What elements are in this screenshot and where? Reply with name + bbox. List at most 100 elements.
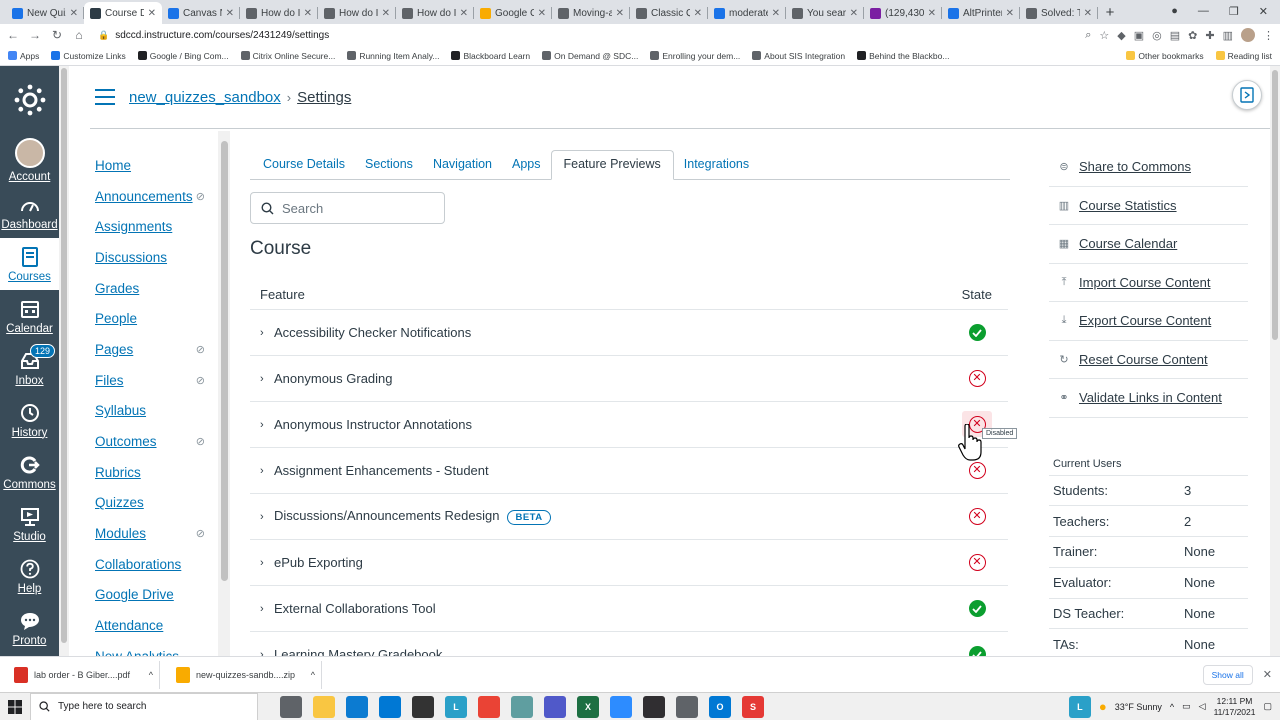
tray-chevron-icon[interactable]: ^ [1170,702,1174,712]
show-all-downloads-button[interactable]: Show all [1202,664,1253,685]
global-nav-history[interactable]: History [0,394,59,446]
browser-tab[interactable]: Google Cl ✕ [474,2,552,24]
new-tab-button[interactable]: + [1098,2,1122,24]
course-nav-link[interactable]: Announcements [95,189,193,204]
store-app-icon[interactable] [412,695,434,718]
obs-app-icon[interactable] [643,695,665,718]
course-nav-link[interactable]: Outcomes [95,434,157,449]
bookmark-item[interactable]: On Demand @ SDC... [542,51,638,61]
extension-icon[interactable]: ▤ [1170,29,1180,42]
taskbar-search-input[interactable]: Type here to search [30,692,258,720]
global-nav-dashboard[interactable]: Dashboard [0,186,59,238]
enabled-check-icon[interactable] [968,324,986,341]
file-explorer-app-icon[interactable] [313,695,335,718]
course-nav-link[interactable]: Files [95,373,124,388]
edge-app-icon[interactable] [346,695,368,718]
browser-tab[interactable]: How do I ✕ [318,2,396,24]
course-nav-link[interactable]: Grades [95,281,139,296]
excel-app-icon[interactable]: X [577,695,599,718]
course-nav-link[interactable]: People [95,311,137,326]
start-button[interactable] [0,699,30,714]
tab-close-icon[interactable]: ✕ [226,8,234,19]
feature-row[interactable]: › ePub Exporting ✕ [250,540,1008,586]
profile-icon[interactable]: ● [1171,5,1178,17]
profile-avatar[interactable] [1241,28,1255,42]
global-nav-inbox[interactable]: Inbox 129 [0,342,59,394]
tab-close-icon[interactable]: ✕ [850,8,858,19]
tab-close-icon[interactable]: ✕ [1084,8,1092,19]
feature-row[interactable]: › External Collaborations Tool [250,586,1008,632]
home-icon[interactable]: ⌂ [72,28,86,42]
browser-tab[interactable]: You searc ✕ [786,2,864,24]
browser-tab[interactable]: How do I ✕ [396,2,474,24]
feature-search-input[interactable]: Search [250,192,445,224]
course-action-link[interactable]: ⤒ Import Course Content [1049,264,1248,302]
tab-close-icon[interactable]: ✕ [304,8,312,19]
course-nav-link[interactable]: Rubrics [95,465,141,480]
extension-icon[interactable]: ◎ [1152,29,1162,42]
canvas-logo[interactable] [0,66,59,134]
global-nav-calendar[interactable]: Calendar [0,290,59,342]
page-scrollbar[interactable] [1270,66,1280,656]
course-nav-link[interactable]: Attendance [95,618,163,633]
forward-icon[interactable]: → [28,28,42,42]
zoom-app-icon[interactable] [610,695,632,718]
extension-icon[interactable]: ▥ [1223,29,1233,42]
tab-close-icon[interactable]: ✕ [70,8,78,19]
clock[interactable]: 12:11 PM 11/17/2021 [1214,696,1256,718]
lens-app-icon[interactable]: L [445,695,467,718]
disabled-x-icon[interactable]: ✕ [968,554,986,571]
course-action-link[interactable]: ⊜ Share to Commons [1049,148,1248,187]
breadcrumb-course-link[interactable]: new_quizzes_sandbox [129,89,281,106]
bookmark-item[interactable]: Enrolling your dem... [650,51,740,61]
course-nav-link[interactable]: Google Drive [95,587,174,602]
course-action-link[interactable]: ⚭ Validate Links in Content [1049,379,1248,418]
chrome-app-icon[interactable] [478,695,500,718]
breadcrumb-current[interactable]: Settings [297,89,351,106]
disabled-x-icon[interactable]: ✕ [968,370,986,387]
course-action-link[interactable]: ▦ Course Calendar [1049,225,1248,264]
zoom-icon[interactable]: ⌕ [1085,29,1091,42]
restore-icon[interactable]: ❐ [1229,5,1239,18]
course-action-link[interactable]: ▥ Course Statistics [1049,187,1248,225]
bookmark-folder[interactable]: Reading list [1215,51,1272,61]
feature-row[interactable]: › Accessibility Checker Notifications [250,310,1008,356]
disabled-x-icon[interactable]: ✕ [968,462,986,479]
lens-tray-icon[interactable]: L [1068,695,1091,718]
global-nav-scrollbar[interactable] [59,66,69,656]
global-nav-pronto[interactable]: Pronto [0,602,59,654]
course-nav-link[interactable]: Home [95,158,131,173]
chevron-right-icon[interactable]: › [260,603,274,615]
close-window-icon[interactable]: ✕ [1259,5,1268,18]
course-menu-toggle-icon[interactable] [95,89,115,105]
extensions-puzzle-icon[interactable]: ✚ [1205,29,1214,42]
chevron-right-icon[interactable]: › [260,557,274,569]
enabled-check-icon[interactable] [968,600,986,617]
weather-text[interactable]: 33°F Sunny [1115,702,1162,712]
monitor-app-icon[interactable] [511,695,533,718]
bookmark-folder[interactable]: Other bookmarks [1126,51,1204,61]
tab-close-icon[interactable]: ✕ [616,8,624,19]
course-nav-link[interactable]: Quizzes [95,495,144,510]
browser-tab[interactable]: Canvas Ne ✕ [162,2,240,24]
download-item[interactable]: lab order - B Giber....pdf ^ [8,660,160,689]
tab-course-details[interactable]: Course Details [253,157,355,179]
download-menu-chevron-icon[interactable]: ^ [311,670,315,680]
browser-tab[interactable]: Course De ✕ [84,2,162,24]
feature-row[interactable]: › Anonymous Instructor Annotations ✕ Disabl… [250,402,1018,448]
bookmark-item[interactable]: Blackboard Learn [451,51,530,61]
bookmark-item[interactable]: Customize Links [51,51,126,61]
lock-icon[interactable]: 🔒 [98,30,109,41]
task-view-app-icon[interactable] [280,695,302,718]
course-nav-scrollbar[interactable] [218,131,230,656]
global-nav-account[interactable]: Account [0,134,59,186]
tab-close-icon[interactable]: ✕ [460,8,468,19]
bookmark-item[interactable]: Behind the Blackbo... [857,51,949,61]
global-nav-studio[interactable]: Studio [0,498,59,550]
mail-app-icon[interactable] [379,695,401,718]
download-item[interactable]: new-quizzes-sandb....zip ^ [170,660,322,689]
global-nav-help[interactable]: Help [0,550,59,602]
course-nav-link[interactable]: Collaborations [95,557,181,572]
course-nav-link[interactable]: Assignments [95,219,172,234]
tab-close-icon[interactable]: ✕ [382,8,390,19]
